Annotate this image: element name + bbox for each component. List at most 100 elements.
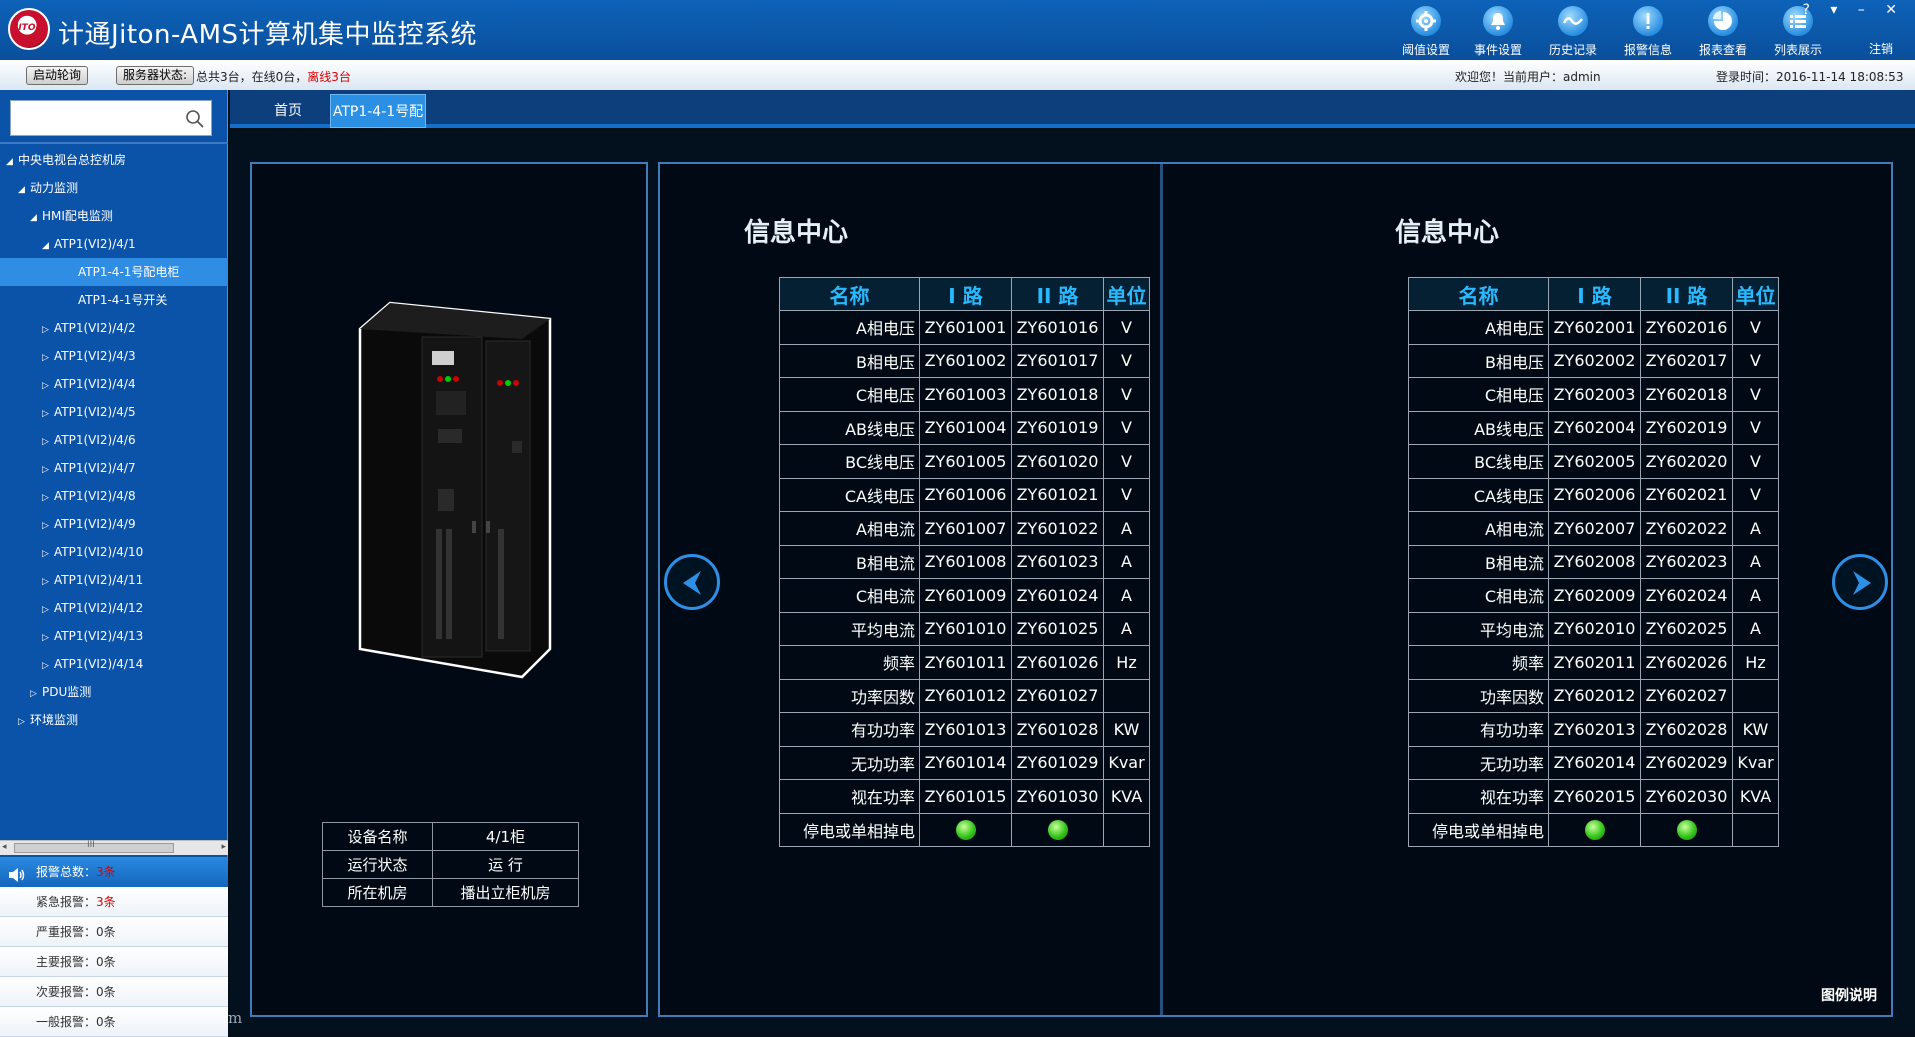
expanded-arrow-icon[interactable]: ◢ bbox=[6, 148, 18, 176]
alarm-row[interactable]: 次要报警：0条 bbox=[0, 977, 228, 1007]
param-code: ZY601011 bbox=[919, 645, 1012, 680]
alarm-row[interactable]: 主要报警：0条 bbox=[0, 947, 228, 977]
info-panel: 信息中心 信息中心 名称 I 路 II 路单位 A相电压 ZY601001 ZY60101… bbox=[658, 162, 1893, 1017]
collapsed-arrow-icon[interactable]: ▷ bbox=[42, 652, 54, 680]
tree-node[interactable]: ▷ 环境监测 bbox=[0, 706, 228, 734]
tree-node[interactable]: ▷ ATP1(VI2)/4/7 bbox=[0, 454, 228, 482]
tree-node[interactable]: ▷ ATP1(VI2)/4/12 bbox=[0, 594, 228, 622]
tree-node[interactable]: ▷ ATP1(VI2)/4/2 bbox=[0, 314, 228, 342]
table-row: B相电流 ZY602008 ZY602023 A bbox=[1408, 544, 1779, 579]
alarm-row[interactable]: 紧急报警：3条 bbox=[0, 887, 228, 917]
collapsed-arrow-icon[interactable]: ▷ bbox=[42, 400, 54, 428]
tree-node[interactable]: ▷ ATP1(VI2)/4/10 bbox=[0, 538, 228, 566]
logout-button[interactable]: 注销 bbox=[1869, 40, 1893, 57]
alarm-row[interactable]: 一般报警：0条 bbox=[0, 1007, 228, 1037]
collapsed-arrow-icon[interactable]: ▷ bbox=[42, 624, 54, 652]
event-settings-button[interactable]: 事件设置 bbox=[1463, 4, 1533, 57]
chevron-left-icon bbox=[683, 571, 701, 595]
tree-node[interactable]: ◢ 中央电视台总控机房 bbox=[0, 146, 228, 174]
scroll-thumb[interactable]: III bbox=[14, 840, 174, 853]
param-unit: V bbox=[1732, 444, 1779, 479]
collapsed-arrow-icon[interactable]: ▷ bbox=[42, 428, 54, 456]
tree-node[interactable]: ▷ ATP1(VI2)/4/4 bbox=[0, 370, 228, 398]
alarm-total[interactable]: 报警总数：3条 bbox=[0, 857, 228, 887]
param-unit: KW bbox=[1732, 712, 1779, 747]
tool-label: 历史记录 bbox=[1548, 43, 1597, 57]
expanded-arrow-icon[interactable]: ◢ bbox=[30, 204, 42, 232]
alarm-info-button[interactable]: 报警信息 bbox=[1613, 4, 1683, 57]
prev-arrow-button[interactable] bbox=[664, 554, 720, 610]
alarm-total-value: 3条 bbox=[96, 865, 116, 879]
tree-node[interactable]: ◢ 动力监测 bbox=[0, 174, 228, 202]
tree-node[interactable]: ATP1-4-1号开关 bbox=[0, 286, 228, 314]
search-input[interactable] bbox=[11, 101, 181, 135]
column-header: 名称 bbox=[1408, 277, 1549, 311]
param-code: ZY601020 bbox=[1011, 444, 1104, 479]
scroll-left-icon[interactable]: ◂ bbox=[2, 842, 7, 852]
server-status-button[interactable]: 服务器状态: bbox=[116, 66, 195, 85]
scroll-right-icon[interactable]: ▸ bbox=[221, 842, 226, 852]
collapsed-arrow-icon[interactable]: ▷ bbox=[18, 708, 30, 736]
tree-node[interactable]: ◢ ATP1(VI2)/4/1 bbox=[0, 230, 228, 258]
param-name: A相电流 bbox=[1408, 511, 1549, 546]
tree-node[interactable]: ▷ ATP1(VI2)/4/3 bbox=[0, 342, 228, 370]
tree-node[interactable]: ▷ ATP1(VI2)/4/6 bbox=[0, 426, 228, 454]
tree-horizontal-scrollbar[interactable]: ◂ III ▸ bbox=[0, 840, 228, 855]
tree-node[interactable]: ▷ ATP1(VI2)/4/11 bbox=[0, 566, 228, 594]
collapsed-arrow-icon[interactable]: ▷ bbox=[42, 344, 54, 372]
param-unit: V bbox=[1732, 343, 1779, 378]
tree-node[interactable]: ▷ ATP1(VI2)/4/8 bbox=[0, 482, 228, 510]
expanded-arrow-icon[interactable]: ◢ bbox=[18, 176, 30, 204]
param-code: ZY601030 bbox=[1011, 779, 1104, 814]
collapsed-arrow-icon[interactable]: ▷ bbox=[42, 316, 54, 344]
alarm-count: 0条 bbox=[96, 985, 116, 999]
expanded-arrow-icon[interactable]: ◢ bbox=[42, 232, 54, 260]
param-code: ZY602018 bbox=[1640, 377, 1733, 412]
tree-node-label: ATP1(VI2)/4/3 bbox=[54, 349, 136, 363]
param-unit bbox=[1732, 678, 1779, 713]
start-polling-button[interactable]: 启动轮询 bbox=[26, 66, 89, 85]
tree-node[interactable]: ▷ PDU监测 bbox=[0, 678, 228, 706]
scroll-thumb-grip: III bbox=[87, 840, 95, 850]
window-controls[interactable]: ? ▾ – ✕ bbox=[1802, 2, 1905, 18]
collapsed-arrow-icon[interactable]: ▷ bbox=[42, 568, 54, 596]
tree-node[interactable]: ▷ ATP1(VI2)/4/5 bbox=[0, 398, 228, 426]
tree-node[interactable]: ◢ HMI配电监测 bbox=[0, 202, 228, 230]
sidebar: ◢ 中央电视台总控机房 ◢ 动力监测 ◢ HMI配电监测 ◢ ATP1(VI2)/4/1 ATP… bbox=[0, 90, 228, 1037]
param-code: ZY601015 bbox=[919, 779, 1012, 814]
collapsed-arrow-icon[interactable]: ▷ bbox=[42, 540, 54, 568]
alarm-row[interactable]: 严重报警：0条 bbox=[0, 917, 228, 947]
green-led-icon bbox=[955, 820, 976, 840]
collapsed-arrow-icon[interactable]: ▷ bbox=[42, 372, 54, 400]
report-view-button[interactable]: 报表查看 bbox=[1688, 4, 1758, 57]
tab-device[interactable]: ATP1-4-1号配 bbox=[330, 94, 426, 128]
next-arrow-button[interactable] bbox=[1832, 554, 1888, 610]
search-icon[interactable] bbox=[185, 109, 205, 132]
tree-node[interactable]: ▷ ATP1(VI2)/4/9 bbox=[0, 510, 228, 538]
table-row: 频率 ZY602011 ZY602026 Hz bbox=[1408, 645, 1779, 680]
collapsed-arrow-icon[interactable]: ▷ bbox=[42, 484, 54, 512]
threshold-settings-button[interactable]: 阈值设置 bbox=[1391, 4, 1461, 57]
param-code: ZY602010 bbox=[1548, 611, 1641, 646]
param-code: ZY601006 bbox=[919, 477, 1012, 512]
tree-node[interactable]: ATP1-4-1号配电柜 bbox=[0, 258, 228, 286]
tree-node[interactable]: ▷ ATP1(VI2)/4/14 bbox=[0, 650, 228, 678]
history-button[interactable]: 历史记录 bbox=[1538, 4, 1608, 57]
collapsed-arrow-icon[interactable]: ▷ bbox=[30, 680, 42, 708]
tree-node-label: HMI配电监测 bbox=[42, 209, 113, 223]
table-row: C相电压 ZY601003 ZY601018 V bbox=[779, 377, 1150, 412]
tree-node[interactable]: ▷ ATP1(VI2)/4/13 bbox=[0, 622, 228, 650]
green-led-icon bbox=[1584, 820, 1605, 840]
tab-home[interactable]: 首页 bbox=[240, 94, 336, 128]
param-code: ZY601024 bbox=[1011, 578, 1104, 613]
param-name: C相电流 bbox=[779, 578, 920, 613]
param-code: ZY602005 bbox=[1548, 444, 1641, 479]
collapsed-arrow-icon[interactable]: ▷ bbox=[42, 512, 54, 540]
param-name: 功率因数 bbox=[779, 678, 920, 713]
legend-button[interactable]: 图例说明 bbox=[1821, 985, 1877, 1005]
tree-node-label: ATP1(VI2)/4/12 bbox=[54, 601, 144, 615]
collapsed-arrow-icon[interactable]: ▷ bbox=[42, 456, 54, 484]
param-code: ZY602017 bbox=[1640, 343, 1733, 378]
tree-node-label: ATP1(VI2)/4/8 bbox=[54, 489, 136, 503]
collapsed-arrow-icon[interactable]: ▷ bbox=[42, 596, 54, 624]
